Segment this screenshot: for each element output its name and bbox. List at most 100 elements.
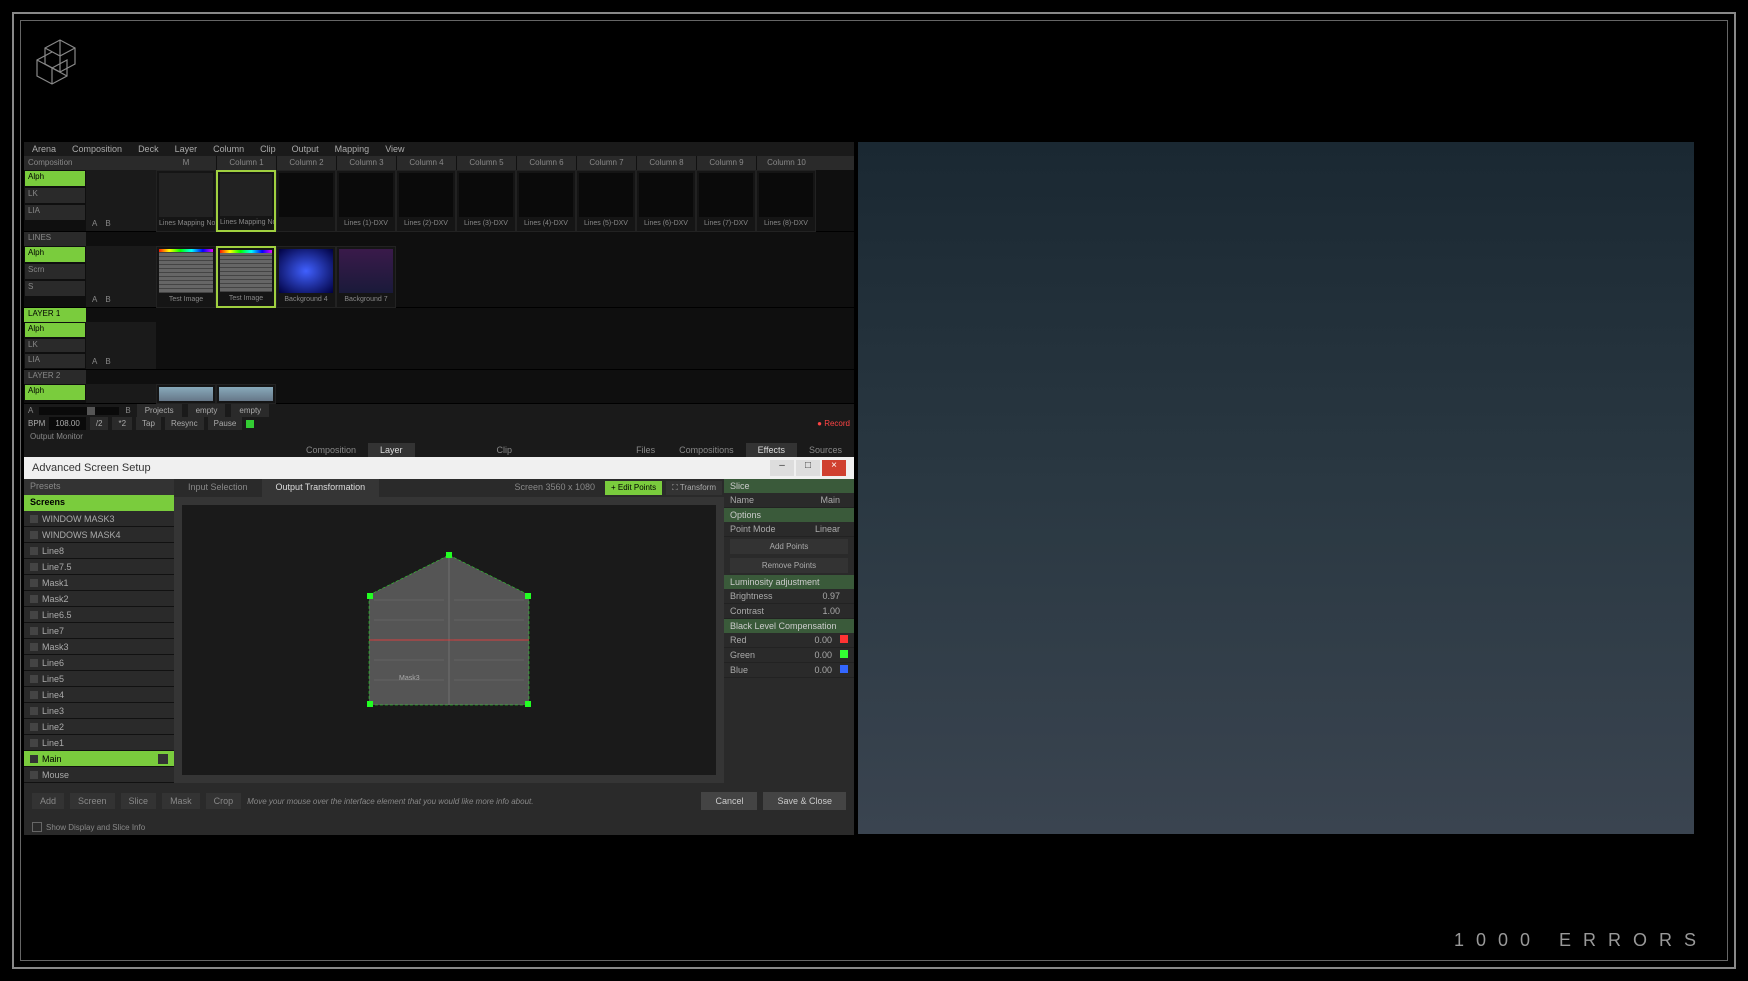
screen-item-selected[interactable]: Main <box>24 751 174 767</box>
minimize-button[interactable]: – <box>770 460 794 476</box>
composition-label[interactable]: Composition <box>24 156 156 170</box>
column-header[interactable]: Column 5 <box>456 156 516 170</box>
clip-cell[interactable]: Lines (1)-DXV <box>336 170 396 232</box>
bpm-double-button[interactable]: *2 <box>112 417 132 430</box>
layer-scrn-button[interactable]: Scrn <box>25 264 85 279</box>
add-points-button[interactable]: Add Points <box>730 539 848 554</box>
bpm-value[interactable]: 108.00 <box>49 417 85 430</box>
clip-cell[interactable]: Test Image <box>156 246 216 308</box>
menu-output[interactable]: Output <box>284 142 327 156</box>
menu-deck[interactable]: Deck <box>130 142 167 156</box>
clip-cell[interactable]: Lines (7)-DXV <box>696 170 756 232</box>
layer-blend-button[interactable]: Alph <box>25 247 85 262</box>
resync-button[interactable]: Resync <box>165 417 204 430</box>
eye-icon[interactable] <box>158 754 168 764</box>
maximize-button[interactable]: □ <box>796 460 820 476</box>
layer-lia-button[interactable]: LIA <box>25 205 85 220</box>
cancel-button[interactable]: Cancel <box>701 792 757 810</box>
brightness-value[interactable]: 0.97 <box>790 591 848 601</box>
layer-ab-mixer[interactable]: AB <box>86 322 156 369</box>
layer-name-lines[interactable]: LINES <box>24 232 86 246</box>
screen-button[interactable]: Screen <box>70 793 115 809</box>
clip-cell[interactable]: Lines (6)-DXV <box>636 170 696 232</box>
clip-cell[interactable]: Lines (4)-DXV <box>516 170 576 232</box>
close-button[interactable]: × <box>822 460 846 476</box>
menu-arena[interactable]: Arena <box>24 142 64 156</box>
save-close-button[interactable]: Save & Close <box>763 792 846 810</box>
tab-layer[interactable]: Layer <box>368 443 415 457</box>
screen-item[interactable]: Mouse <box>24 767 174 783</box>
screen-item[interactable]: Line4 <box>24 687 174 703</box>
layer-ab-mixer[interactable]: AB <box>86 170 156 231</box>
column-header[interactable]: Column 6 <box>516 156 576 170</box>
clip-cell[interactable]: Background 4 <box>276 246 336 308</box>
screen-item[interactable]: Line7.5 <box>24 559 174 575</box>
clip-cell[interactable] <box>156 384 216 404</box>
show-info-checkbox[interactable]: Show Display and Slice Info <box>32 822 145 832</box>
crop-button[interactable]: Crop <box>206 793 242 809</box>
menu-column[interactable]: Column <box>205 142 252 156</box>
window-titlebar[interactable]: Advanced Screen Setup – □ × <box>24 457 854 479</box>
crossfader-slider[interactable] <box>39 407 119 415</box>
screen-item[interactable]: WINDOWS MASK4 <box>24 527 174 543</box>
slice-button[interactable]: Slice <box>121 793 157 809</box>
layer-s-button[interactable]: S <box>25 281 85 296</box>
remove-points-button[interactable]: Remove Points <box>730 558 848 573</box>
layer-lk-button[interactable]: LK <box>25 339 85 353</box>
tab-effects[interactable]: Effects <box>746 443 797 457</box>
clip-cell[interactable]: Background 7 <box>336 246 396 308</box>
record-button[interactable]: ● Record <box>817 419 850 428</box>
tab-sources[interactable]: Sources <box>797 443 854 457</box>
transform-button[interactable]: ⛶ Transform <box>666 481 722 495</box>
screen-item[interactable]: WINDOW MASK3 <box>24 511 174 527</box>
name-value[interactable]: Main <box>790 495 848 505</box>
screen-item[interactable]: Mask3 <box>24 639 174 655</box>
deck-empty-button[interactable]: empty <box>231 404 269 417</box>
layer-blend-button[interactable]: Alph <box>25 385 85 400</box>
screen-item[interactable]: Line6.5 <box>24 607 174 623</box>
projects-button[interactable]: Projects <box>137 404 182 417</box>
screen-item[interactable]: Line1 <box>24 735 174 751</box>
column-header[interactable]: Column 10 <box>756 156 816 170</box>
screen-item[interactable]: Line5 <box>24 671 174 687</box>
clip-cell[interactable] <box>216 384 276 404</box>
clip-cell[interactable]: Test Image <box>216 246 276 308</box>
tab-files[interactable]: Files <box>624 443 667 457</box>
tab-compositions[interactable]: Compositions <box>667 443 746 457</box>
edit-points-button[interactable]: + Edit Points <box>605 481 662 495</box>
clip-cell[interactable]: Lines (3)-DXV <box>456 170 516 232</box>
clip-cell[interactable]: Lines Mapping No... <box>216 170 276 232</box>
screen-item[interactable]: Mask2 <box>24 591 174 607</box>
point-mode-dropdown[interactable]: Linear <box>790 524 848 534</box>
tab-clip[interactable]: Clip <box>485 443 525 457</box>
layer-lia-button[interactable]: LIA <box>25 354 85 368</box>
clip-cell[interactable] <box>276 170 336 232</box>
screen-item[interactable]: Line7 <box>24 623 174 639</box>
layer-blend-button[interactable]: Alph <box>25 171 85 186</box>
screen-item[interactable]: Line3 <box>24 703 174 719</box>
add-button[interactable]: Add <box>32 793 64 809</box>
menu-view[interactable]: View <box>377 142 412 156</box>
clip-cell[interactable]: Lines Mapping No... <box>156 170 216 232</box>
screen-item[interactable]: Line6 <box>24 655 174 671</box>
column-header[interactable]: Column 9 <box>696 156 756 170</box>
tap-button[interactable]: Tap <box>136 417 161 430</box>
column-header[interactable]: Column 2 <box>276 156 336 170</box>
menu-composition[interactable]: Composition <box>64 142 130 156</box>
tab-composition[interactable]: Composition <box>294 443 368 457</box>
bpm-half-button[interactable]: /2 <box>90 417 109 430</box>
column-header[interactable]: Column 7 <box>576 156 636 170</box>
layer-name-1[interactable]: LAYER 1 <box>24 308 86 322</box>
menu-clip[interactable]: Clip <box>252 142 284 156</box>
screen-item[interactable]: Line8 <box>24 543 174 559</box>
column-header[interactable]: Column 3 <box>336 156 396 170</box>
deck-empty-button[interactable]: empty <box>188 404 226 417</box>
layer-lk-button[interactable]: LK <box>25 188 85 203</box>
layer-ab-mixer[interactable]: AB <box>86 246 156 307</box>
column-header[interactable]: Column 4 <box>396 156 456 170</box>
tab-output-transformation[interactable]: Output Transformation <box>262 479 380 497</box>
red-value[interactable]: 0.00 <box>790 635 840 645</box>
blue-value[interactable]: 0.00 <box>790 665 840 675</box>
screen-item[interactable]: Mask1 <box>24 575 174 591</box>
column-header[interactable]: Column 1 <box>216 156 276 170</box>
